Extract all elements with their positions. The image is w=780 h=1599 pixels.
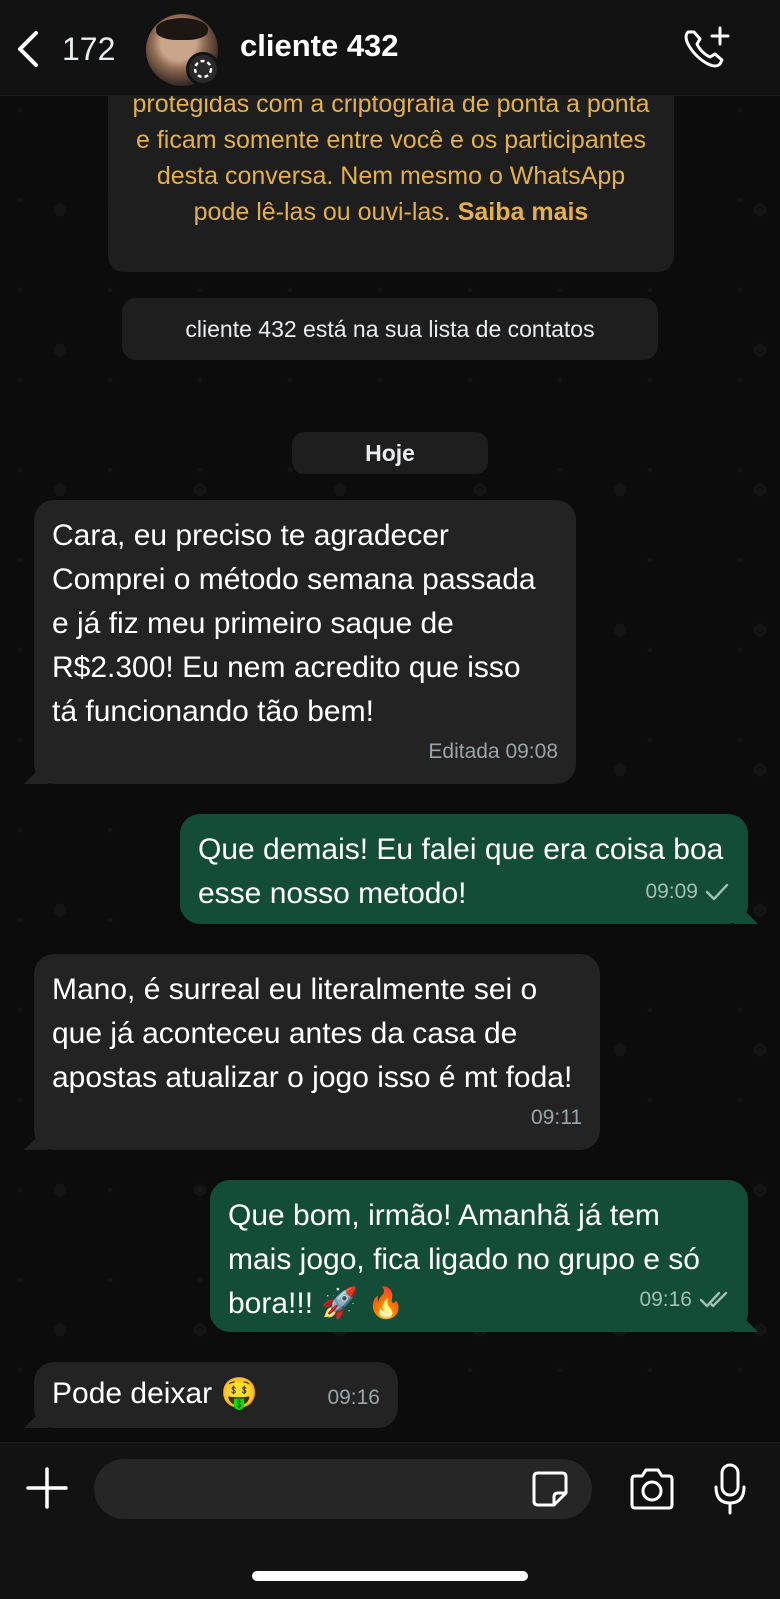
back-button[interactable]: 172: [14, 24, 124, 74]
message-time: 09:11: [531, 1106, 582, 1129]
message-text: Mano, é surreal eu literalmente sei o qu…: [52, 973, 573, 1094]
message-time: 09:09: [645, 880, 698, 903]
message-time: Editada 09:08: [428, 740, 558, 763]
date-separator: Hoje: [292, 432, 488, 474]
status-icon: [186, 52, 220, 86]
contact-name[interactable]: cliente 432: [240, 28, 399, 64]
learn-more-link[interactable]: Saiba mais: [458, 198, 589, 226]
message-incoming[interactable]: Mano, é surreal eu literalmente sei o qu…: [34, 954, 600, 1150]
double-check-icon: [699, 1291, 728, 1308]
unread-count: 172: [62, 30, 116, 67]
message-incoming[interactable]: Pode deixar 🤑 09:16: [34, 1362, 398, 1428]
message-input[interactable]: [94, 1459, 592, 1519]
message-time: 09:16: [639, 1288, 692, 1311]
message-outgoing[interactable]: Que bom, irmão! Amanhã já tem mais jogo,…: [210, 1180, 748, 1332]
single-check-icon: [705, 883, 729, 901]
sticker-icon[interactable]: [530, 1469, 570, 1509]
chat-header: 172 cliente 432: [0, 0, 780, 96]
encryption-notice[interactable]: protegidas com a criptografia de ponta a…: [108, 78, 674, 272]
camera-icon[interactable]: [628, 1467, 676, 1511]
message-text: Pode deixar 🤑: [52, 1377, 258, 1410]
message-text: Cara, eu preciso te agradecer Comprei o …: [52, 519, 536, 728]
contact-notice: cliente 432 está na sua lista de contato…: [122, 298, 658, 360]
composer-bar: [0, 1442, 780, 1599]
message-incoming[interactable]: Cara, eu preciso te agradecer Comprei o …: [34, 500, 576, 784]
home-indicator: [252, 1571, 528, 1581]
plus-icon[interactable]: [24, 1465, 70, 1511]
add-call-icon[interactable]: [680, 24, 732, 72]
microphone-icon[interactable]: [712, 1463, 748, 1515]
message-time: 09:16: [327, 1386, 380, 1409]
message-outgoing[interactable]: Que demais! Eu falei que era coisa boa e…: [180, 814, 748, 924]
chevron-left-icon: [18, 31, 38, 67]
